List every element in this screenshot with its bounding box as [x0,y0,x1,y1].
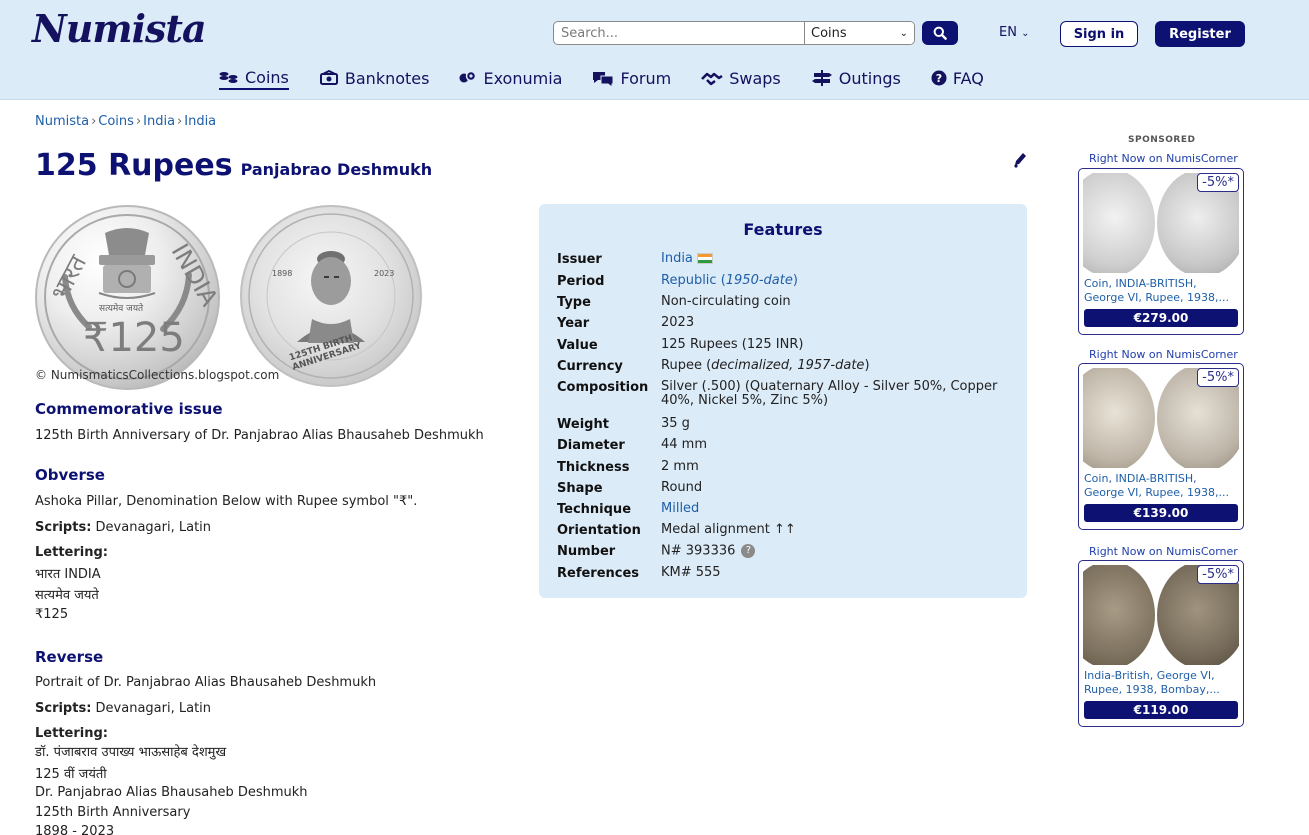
india-flag-icon [696,253,713,264]
obverse-denomination: ₹125 [83,315,185,361]
nav-item-forum[interactable]: Forum [592,66,671,90]
ad-source-label[interactable]: Right Now on NumisCorner [1089,348,1238,361]
signpost-icon [811,70,832,86]
commemorative-heading: Commemorative issue [35,400,223,418]
reverse-lettering-line: Dr. Panjabrao Alias Bhausaheb Deshmukh [35,785,308,800]
features-panel: Features Issuer India Period Republic (1… [539,204,1027,598]
nav-label: Outings [838,68,901,88]
ad-description: Coin, INDIA-BRITISH, George VI, Rupee, 1… [1084,472,1229,499]
nav-label: Swaps [729,68,781,88]
search-category-select[interactable]: Coins ⌄ [804,22,914,44]
nav-label: Coins [245,67,289,87]
page-title-main: 125 Rupees [35,148,233,183]
obverse-lettering-line: भारत INDIA [35,567,101,582]
obverse-heading: Obverse [35,466,105,484]
banknote-icon [319,70,338,85]
image-credit: © NumismaticsCollections.blogspot.com [35,368,280,382]
main-nav: Coins Banknotes Exonumia Forum Swaps Out… [219,66,1014,92]
issuer-link[interactable]: India [661,251,693,266]
ad-price: €119.00 [1084,701,1238,719]
reverse-lettering-line: डॉ. पंजाबराव उपाख्य भाऊसाहेब देशमुख [35,745,227,760]
obverse-lettering-label: Lettering: [35,545,108,560]
question-icon: ? [931,70,947,86]
references-value[interactable]: KM# 555 [661,566,1001,580]
ad-price: €279.00 [1084,309,1238,327]
breadcrumb: Numista › Coins › India › India [35,114,217,129]
obverse-lettering-line: ₹125 [35,607,69,622]
ad-card[interactable]: -5%* Coin, INDIA-BRITISH, George VI, Rup… [1078,363,1244,530]
reverse-scripts: Scripts: Devanagari, Latin [35,701,211,716]
nav-item-outings[interactable]: Outings [811,66,901,90]
search-bar: Coins ⌄ [553,21,915,45]
ad-source-label[interactable]: Right Now on NumisCorner [1089,545,1238,558]
breadcrumb-link[interactable]: Coins [98,114,134,129]
search-category-value: Coins [811,25,847,41]
scripts-value: Devanagari, Latin [95,520,212,535]
reverse-image[interactable]: 1898 2023 125TH BIRTH ANNIVERSARY [240,205,422,387]
obverse-scripts: Scripts: Devanagari, Latin [35,520,211,535]
reverse-lettering-line: 1898 - 2023 [35,824,115,835]
site-logo[interactable]: Numista [32,6,207,51]
nav-label: Exonumia [483,68,563,88]
search-icon [933,26,947,40]
obverse-motto-text: सत्यमेव जयते [99,304,144,314]
register-button[interactable]: Register [1155,21,1245,47]
page-title: 125 Rupees Panjabrao Deshmukh [35,148,432,183]
sponsored-label: SPONSORED [1128,135,1196,145]
handshake-icon [701,72,723,86]
ad-card[interactable]: -5%* Coin, INDIA-BRITISH, George VI, Rup… [1078,168,1244,335]
obverse-description: Ashoka Pillar, Denomination Below with R… [35,494,418,509]
signin-button[interactable]: Sign in [1060,21,1138,47]
period-link[interactable]: Republic (1950-date) [661,273,798,288]
ad-price: €139.00 [1084,504,1238,522]
nav-item-banknotes[interactable]: Banknotes [319,66,430,90]
reverse-lettering-line: 125 वीं जयंती [35,767,107,782]
ad-source-label[interactable]: Right Now on NumisCorner [1089,152,1238,165]
breadcrumb-link[interactable]: India [143,114,175,129]
chevron-down-icon: ⌄ [1021,28,1030,39]
svg-text:?: ? [936,72,942,85]
obverse-image[interactable]: भारत INDIA सत्यमेव जयते ₹125 [35,205,223,390]
reverse-heading: Reverse [35,648,104,666]
scripts-value: Devanagari, Latin [95,701,212,716]
reverse-lettering-label: Lettering: [35,726,108,741]
nav-label: Banknotes [344,68,430,88]
breadcrumb-link[interactable]: Numista [35,114,89,129]
reverse-description: Portrait of Dr. Panjabrao Alias Bhausahe… [35,675,377,690]
edit-icon[interactable] [1013,152,1027,172]
discount-badge: -5%* [1197,173,1239,192]
nav-item-exonumia[interactable]: Exonumia [459,66,562,90]
nav-item-coins[interactable]: Coins [219,66,289,90]
discount-badge: -5%* [1197,565,1239,584]
search-input[interactable] [554,22,804,44]
reverse-lettering-line: 125th Birth Anniversary [35,805,191,820]
ad-description: Coin, INDIA-BRITISH, George VI, Rupee, 1… [1084,277,1229,304]
technique-link[interactable]: Milled [661,501,699,516]
help-icon[interactable]: ? [741,544,756,558]
nav-item-faq[interactable]: ? FAQ [931,66,984,90]
ad-description: India-British, George VI, Rupee, 1938, B… [1084,669,1220,696]
coins-icon [219,72,238,83]
features-heading: Features [743,220,823,239]
nav-label: Forum [620,68,672,88]
commemorative-text: 125th Birth Anniversary of Dr. Panjabrao… [35,428,484,443]
chevron-down-icon: ⌄ [899,27,908,39]
reverse-year-end: 2023 [374,269,395,278]
exonumia-icon [459,70,477,83]
language-selector[interactable]: EN ⌄ [999,25,1029,40]
discount-badge: -5%* [1197,368,1239,387]
nav-item-swaps[interactable]: Swaps [701,66,781,90]
scripts-label: Scripts: [35,701,92,716]
site-header: Numista Coins ⌄ EN ⌄ Sign in Register Co… [0,0,1309,100]
page-title-sub: Panjabrao Deshmukh [240,160,433,179]
scripts-label: Scripts: [35,520,92,535]
nav-label: FAQ [952,68,984,88]
breadcrumb-link[interactable]: India [184,114,216,129]
ad-card[interactable]: -5%* India-British, George VI, Rupee, 19… [1078,560,1244,727]
language-label: EN [999,25,1017,40]
obverse-lettering-line: सत्यमेव जयते [35,588,99,603]
reverse-year-start: 1898 [272,269,293,278]
search-button[interactable] [922,21,958,45]
forum-icon [593,72,614,86]
